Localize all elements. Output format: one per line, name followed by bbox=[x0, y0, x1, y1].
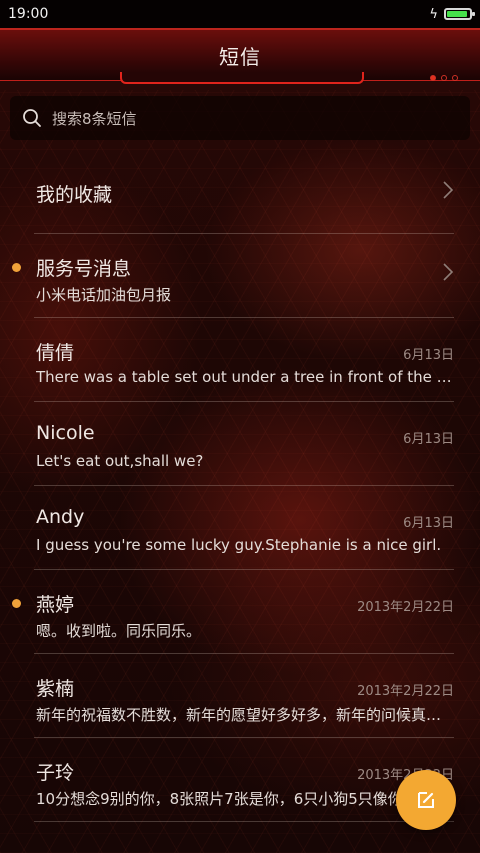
charging-icon: ϟ bbox=[429, 6, 438, 22]
thread-name: 紫楠 bbox=[36, 678, 75, 700]
thread-name: 我的收藏 bbox=[36, 184, 113, 206]
thread-row[interactable]: 子玲 10分想念9别的你，8张照片7张是你，6只小狗5只像你 2013年2月22日 bbox=[34, 738, 454, 822]
page-dot bbox=[430, 75, 436, 81]
page-dot bbox=[452, 75, 458, 81]
battery-icon bbox=[444, 8, 475, 20]
thread-row[interactable]: 倩倩 There was a table set out under a tree… bbox=[34, 318, 454, 402]
thread-row[interactable]: Nicole Let's eat out,shall we? 6月13日 bbox=[34, 402, 454, 486]
search-box[interactable]: 搜索8条短信 bbox=[10, 96, 470, 140]
thread-name: Andy bbox=[36, 506, 85, 528]
thread-row[interactable]: 燕婷嗯。收到啦。同乐同乐。 2013年2月22日 bbox=[12, 570, 454, 654]
thread-date: 6月13日 bbox=[403, 432, 454, 447]
page-indicator bbox=[430, 75, 458, 81]
unread-dot bbox=[12, 263, 21, 272]
thread-date: 6月13日 bbox=[403, 516, 454, 531]
search-input[interactable]: 搜索8条短信 bbox=[52, 108, 137, 129]
thread-name: 燕婷 bbox=[36, 594, 75, 616]
thread-name: 服务号消息 bbox=[36, 258, 132, 280]
chevron-right-icon bbox=[443, 181, 454, 199]
thread-row[interactable]: 服务号消息小米电话加油包月报 bbox=[12, 234, 454, 318]
thread-snippet: I guess you're some lucky guy.Stephanie … bbox=[36, 536, 442, 554]
thread-row[interactable]: Andy I guess you're some lucky guy.Stepha… bbox=[34, 486, 454, 570]
thread-date: 2013年2月22日 bbox=[357, 684, 454, 699]
app-header: 短信 bbox=[0, 28, 480, 84]
unread-dot bbox=[12, 599, 21, 608]
thread-snippet: 嗯。收到啦。同乐同乐。 bbox=[36, 622, 202, 640]
thread-date: 6月13日 bbox=[403, 348, 454, 363]
thread-date: 2013年2月22日 bbox=[357, 600, 454, 615]
thread-name: 子玲 bbox=[36, 762, 75, 784]
thread-snippet: Let's eat out,shall we? bbox=[36, 452, 204, 470]
thread-snippet: 10分想念9别的你，8张照片7张是你，6只小狗5只像你 bbox=[36, 790, 403, 808]
thread-row[interactable]: 紫楠新年的祝福数不胜数，新年的愿望好多好多，新年的问候真真切切 2013年2月22… bbox=[34, 654, 454, 738]
thread-list: 我的收藏服务号消息小米电话加油包月报倩倩 There was a table se… bbox=[0, 150, 480, 822]
battery-level bbox=[447, 11, 467, 17]
thread-snippet: 小米电话加油包月报 bbox=[36, 286, 172, 304]
status-bar: 19:00 ϟ bbox=[0, 0, 480, 28]
search-icon bbox=[23, 109, 41, 127]
thread-name: 倩倩 bbox=[36, 342, 75, 364]
thread-name: Nicole bbox=[36, 422, 95, 444]
page-title: 短信 bbox=[219, 45, 261, 69]
header-notch bbox=[120, 72, 364, 84]
thread-snippet: There was a table set out under a tree i… bbox=[36, 368, 452, 386]
page-dot bbox=[441, 75, 447, 81]
compose-icon bbox=[418, 792, 434, 808]
chevron-right-icon bbox=[443, 263, 454, 281]
clock: 19:00 bbox=[8, 6, 49, 22]
compose-button[interactable] bbox=[396, 770, 456, 830]
thread-snippet: 新年的祝福数不胜数，新年的愿望好多好多，新年的问候真真切切 bbox=[36, 706, 452, 724]
thread-row[interactable]: 我的收藏 bbox=[34, 150, 454, 234]
